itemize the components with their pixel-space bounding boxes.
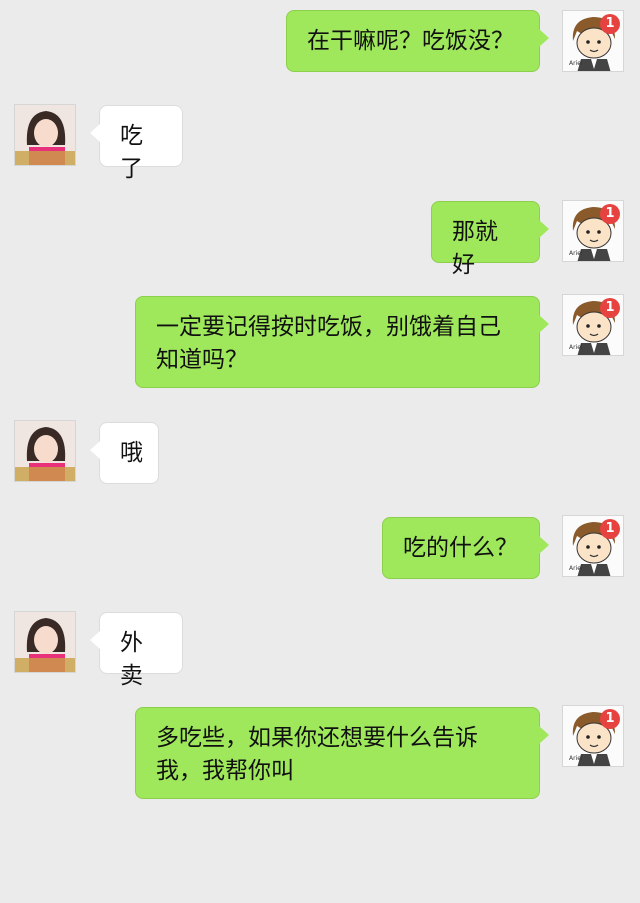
- message-row: 在干嘛呢？吃饭没？ Ariel 1: [0, 8, 640, 74]
- svg-text:Ariel: Ariel: [569, 344, 583, 351]
- message-text: 外卖: [120, 630, 143, 689]
- message-row: 一定要记得按时吃饭，别饿着自己知道吗？ Ariel 1: [0, 294, 640, 390]
- message-row: 吃的什么？ Ariel 1: [0, 515, 640, 581]
- girl-photo-avatar-icon: [15, 421, 75, 481]
- message-text: 吃了: [120, 123, 143, 182]
- self-avatar[interactable]: Ariel 1: [562, 294, 624, 356]
- message-text: 多吃些，如果你还想要什么告诉我，我帮你叫: [156, 725, 478, 784]
- contact-avatar[interactable]: [14, 420, 76, 482]
- self-avatar[interactable]: Ariel 1: [562, 705, 624, 767]
- message-bubble-outgoing[interactable]: 吃的什么？: [382, 517, 549, 579]
- self-avatar[interactable]: Ariel 1: [562, 515, 624, 577]
- message-bubble-incoming[interactable]: 吃了: [90, 105, 183, 182]
- svg-text:Ariel: Ariel: [569, 755, 583, 762]
- message-bubble-outgoing[interactable]: 在干嘛呢？吃饭没？: [286, 10, 549, 72]
- self-avatar[interactable]: Ariel 1: [562, 200, 624, 262]
- unread-badge: 1: [600, 14, 620, 34]
- message-text: 哦: [120, 440, 143, 466]
- unread-badge: 1: [600, 709, 620, 729]
- message-text: 那就好: [452, 219, 498, 278]
- message-text: 在干嘛呢？吃饭没？: [307, 28, 514, 54]
- unread-badge: 1: [600, 204, 620, 224]
- svg-text:Ariel: Ariel: [569, 250, 583, 257]
- message-text: 吃的什么？: [403, 535, 518, 561]
- contact-avatar[interactable]: [14, 611, 76, 673]
- message-bubble-incoming[interactable]: 外卖: [90, 612, 183, 689]
- message-text: 一定要记得按时吃饭，别饿着自己知道吗？: [156, 314, 501, 373]
- message-bubble-outgoing[interactable]: 那就好: [431, 201, 549, 278]
- girl-photo-avatar-icon: [15, 105, 75, 165]
- unread-badge: 1: [600, 298, 620, 318]
- girl-photo-avatar-icon: [15, 612, 75, 672]
- message-row: 外卖: [0, 610, 640, 689]
- unread-badge: 1: [600, 519, 620, 539]
- message-bubble-incoming[interactable]: 哦: [90, 422, 159, 484]
- contact-avatar[interactable]: [14, 104, 76, 166]
- svg-text:Ariel: Ariel: [569, 565, 583, 572]
- message-row: 吃了: [0, 103, 640, 182]
- self-avatar[interactable]: Ariel 1: [562, 10, 624, 72]
- message-row: 那就好 Ariel 1: [0, 199, 640, 278]
- svg-text:Ariel: Ariel: [569, 60, 583, 67]
- message-bubble-outgoing[interactable]: 一定要记得按时吃饭，别饿着自己知道吗？: [135, 296, 549, 388]
- message-row: 哦: [0, 420, 640, 486]
- message-bubble-outgoing[interactable]: 多吃些，如果你还想要什么告诉我，我帮你叫: [135, 707, 549, 799]
- message-row: 多吃些，如果你还想要什么告诉我，我帮你叫 Ariel 1: [0, 705, 640, 801]
